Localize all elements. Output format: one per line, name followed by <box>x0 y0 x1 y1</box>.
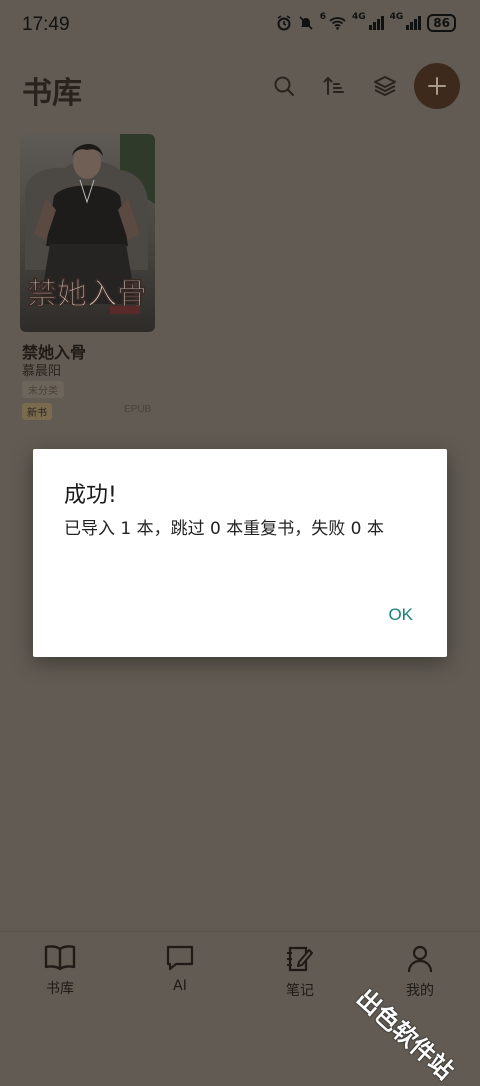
book-open-icon <box>44 945 76 971</box>
dialog-message: 已导入 1 本，跳过 0 本重复书，失败 0 本 <box>64 519 384 539</box>
nav-item-ai[interactable]: AI <box>140 944 220 994</box>
search-button[interactable] <box>266 68 302 104</box>
dialog-title: 成功! <box>64 483 117 508</box>
network-4g-label-2: 4G <box>389 12 404 22</box>
signal-icon-2 <box>406 16 422 30</box>
network-4g-label-1: 4G <box>351 12 366 22</box>
wifi-icon <box>329 17 346 30</box>
search-icon <box>274 76 294 96</box>
book-cover-image: 禁她入骨 <box>20 134 155 332</box>
add-book-button[interactable] <box>414 63 460 109</box>
alarm-icon <box>277 15 291 31</box>
nav-label-notes: 笔记 <box>286 983 314 999</box>
new-book-badge: 新书 <box>22 403 52 420</box>
book-author: 慕晨阳 <box>22 364 62 379</box>
battery-indicator: 86 <box>427 14 456 32</box>
nav-label-ai: AI <box>173 978 187 994</box>
ok-button[interactable]: OK <box>388 605 413 625</box>
signal-icon-1 <box>368 16 384 30</box>
book-format-label: EPUB <box>124 404 152 415</box>
network-6-label: 6 <box>319 12 326 22</box>
layers-button[interactable] <box>367 68 403 104</box>
book-cover[interactable]: 禁她入骨 <box>20 134 155 332</box>
layers-icon <box>374 76 396 96</box>
status-time: 17:49 <box>22 14 70 35</box>
nav-item-library[interactable]: 书库 <box>20 944 100 998</box>
sort-button[interactable] <box>316 68 352 104</box>
nav-label-library: 书库 <box>46 981 74 997</box>
import-result-dialog: 成功! 已导入 1 本，跳过 0 本重复书，失败 0 本 OK <box>33 449 447 657</box>
person-icon <box>407 945 433 973</box>
chat-bubble-icon <box>166 945 194 971</box>
plus-icon <box>428 77 446 95</box>
status-icons: 6 4G 4G 86 <box>276 12 456 32</box>
nav-item-notes[interactable]: 笔记 <box>260 944 340 1000</box>
book-category-badge: 未分类 <box>22 381 64 398</box>
page-title: 书库 <box>22 76 82 111</box>
sort-icon <box>323 76 344 95</box>
notebook-icon <box>287 946 313 972</box>
mute-bell-icon <box>299 16 313 30</box>
status-bar: 17:49 6 4G 4G 86 <box>0 0 480 50</box>
nav-item-profile[interactable]: 我的 <box>380 944 460 1000</box>
nav-label-profile: 我的 <box>406 983 434 999</box>
